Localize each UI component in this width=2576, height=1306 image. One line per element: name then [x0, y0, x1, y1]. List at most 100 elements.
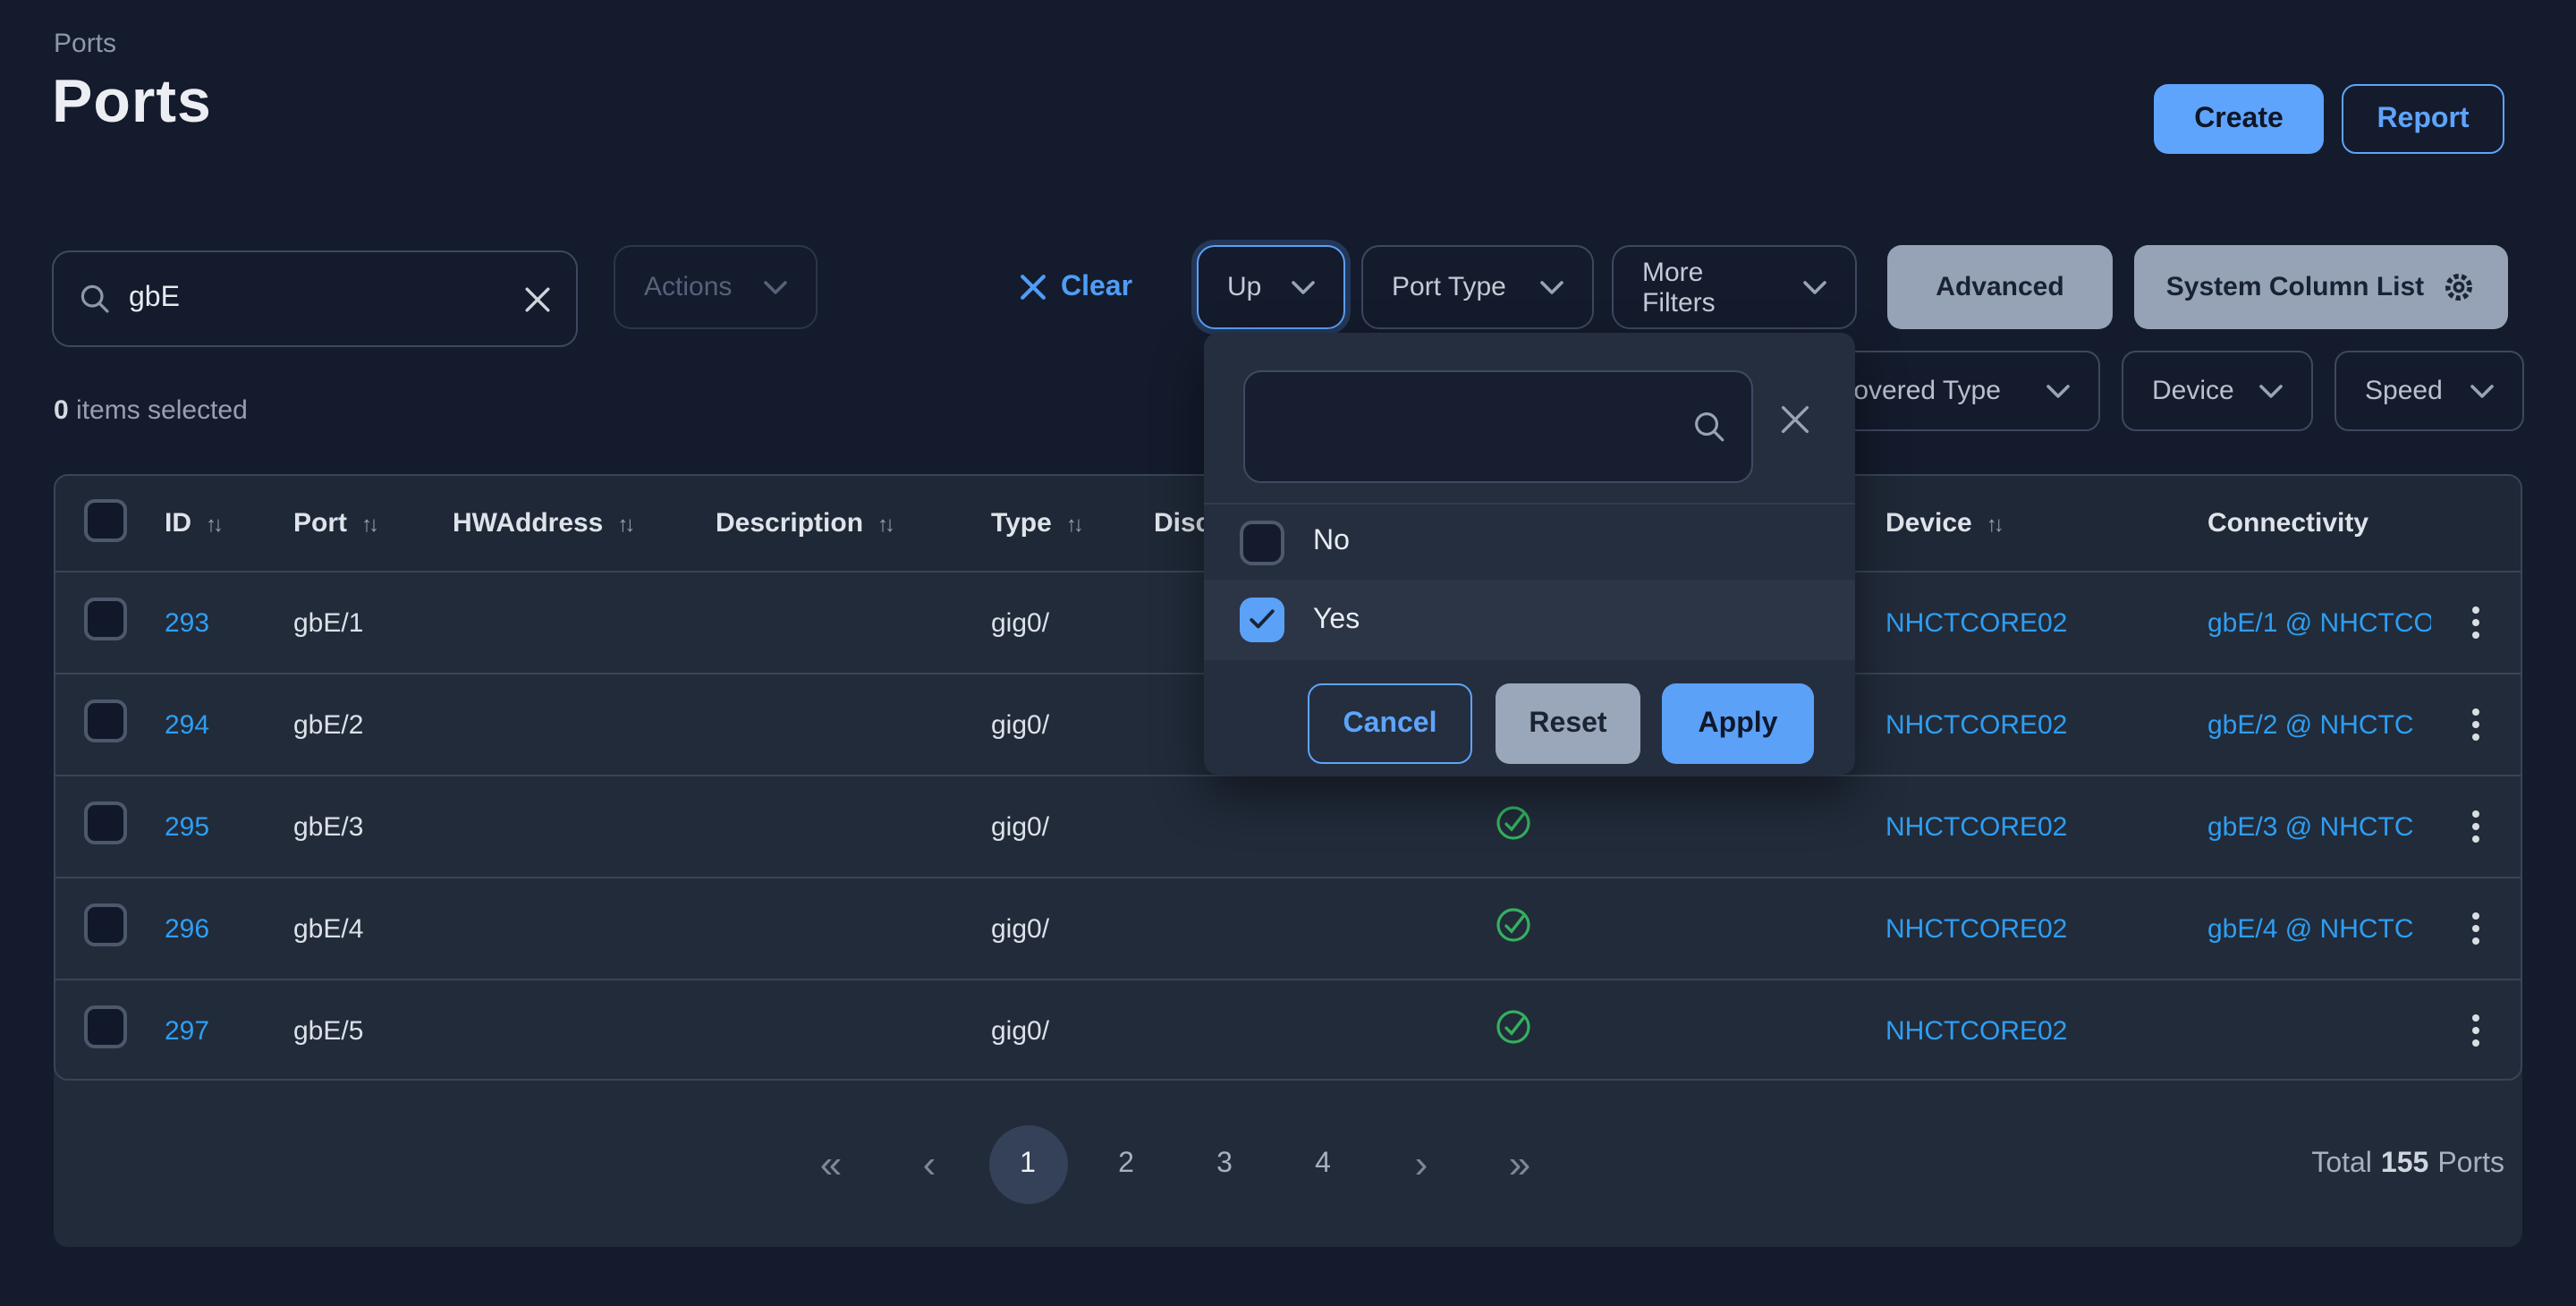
row-checkbox[interactable] [84, 598, 127, 640]
row-checkbox[interactable] [84, 1005, 127, 1048]
selection-count: 0 [54, 395, 69, 426]
column-header-description[interactable]: Description↑↓ [716, 508, 991, 539]
chevron-down-icon [2046, 384, 2070, 398]
type-cell: gig0/ [991, 1015, 1154, 1046]
popup-option-yes[interactable]: Yes [1204, 580, 1855, 660]
filter-device-label: Device [2152, 376, 2234, 406]
column-header-hwaddress[interactable]: HWAddress↑↓ [453, 508, 716, 539]
device-link[interactable]: NHCTCORE02 [1885, 913, 2067, 944]
clear-label: Clear [1061, 271, 1132, 303]
clear-x-icon [1020, 274, 1046, 301]
sort-icon[interactable]: ↑↓ [1987, 512, 2001, 537]
page-title: Ports [52, 68, 212, 138]
sort-icon[interactable]: ↑↓ [877, 512, 892, 537]
port-id-link[interactable]: 296 [165, 913, 209, 944]
filter-device-dropdown[interactable]: Device [2122, 351, 2313, 431]
filter-up-dropdown[interactable]: Up [1197, 245, 1345, 329]
apply-button[interactable]: Apply [1662, 683, 1814, 764]
port-id-link[interactable]: 293 [165, 607, 209, 638]
table-row[interactable]: 296 gbE/4 gig0/ NHCTCORE02 gbE/4 @ NHCTC [55, 877, 2521, 979]
more-filters-dropdown[interactable]: More Filters [1612, 245, 1857, 329]
chevron-down-icon [2470, 384, 2494, 398]
column-header-id[interactable]: ID↑↓ [165, 508, 293, 539]
device-link[interactable]: NHCTCORE02 [1885, 811, 2067, 842]
row-menu-kebab-icon[interactable] [2431, 905, 2521, 952]
connectivity-link[interactable]: gbE/2 @ NHCTC [2207, 709, 2414, 740]
sort-icon[interactable]: ↑↓ [617, 512, 631, 537]
checkbox-checked[interactable] [1240, 598, 1284, 642]
device-link[interactable]: NHCTCORE02 [1885, 607, 2067, 638]
create-button[interactable]: Create [2154, 84, 2324, 154]
row-checkbox[interactable] [84, 903, 127, 946]
pagination-bar: « ‹ 1 2 3 4 › » Total155Ports [54, 1081, 2522, 1247]
sort-icon[interactable]: ↑↓ [1066, 512, 1080, 537]
pagination-page-2[interactable]: 2 [1077, 1124, 1175, 1203]
row-menu-kebab-icon[interactable] [2431, 803, 2521, 850]
port-cell: gbE/2 [293, 709, 453, 740]
checkbox-unchecked[interactable] [1240, 520, 1284, 564]
filter-up-label: Up [1227, 272, 1261, 302]
row-menu-kebab-icon[interactable] [2431, 599, 2521, 646]
up-filter-popup: No Yes Cancel Reset Apply [1204, 333, 1855, 775]
ports-page: Ports Ports Create Report Actions Clear … [0, 0, 2576, 1306]
advanced-button[interactable]: Advanced [1887, 245, 2113, 329]
port-cell: gbE/1 [293, 607, 453, 638]
filter-port-type-dropdown[interactable]: Port Type [1361, 245, 1594, 329]
connectivity-link[interactable]: gbE/1 @ NHCTCO [2207, 607, 2431, 638]
pagination-page-4[interactable]: 4 [1274, 1124, 1372, 1203]
table-row[interactable]: 295 gbE/3 gig0/ NHCTCORE02 gbE/3 @ NHCTC [55, 775, 2521, 877]
column-header-type[interactable]: Type↑↓ [991, 508, 1154, 539]
pagination-prev-button[interactable]: ‹ [880, 1124, 979, 1203]
popup-close-icon[interactable] [1780, 404, 1810, 435]
connectivity-link[interactable]: gbE/3 @ NHCTC [2207, 811, 2414, 842]
sort-icon[interactable]: ↑↓ [361, 512, 376, 537]
row-checkbox[interactable] [84, 700, 127, 742]
device-link[interactable]: NHCTCORE02 [1885, 709, 2067, 740]
select-all-checkbox[interactable] [84, 498, 127, 541]
breadcrumb[interactable]: Ports [54, 29, 116, 59]
system-column-list-button[interactable]: System Column List [2134, 245, 2508, 329]
search-clear-icon[interactable] [524, 285, 551, 312]
chevron-down-icon [764, 280, 787, 294]
column-header-port[interactable]: Port↑↓ [293, 508, 453, 539]
type-cell: gig0/ [991, 709, 1154, 740]
search-input[interactable] [129, 283, 506, 315]
system-column-list-label: System Column List [2166, 272, 2424, 302]
filter-speed-dropdown[interactable]: Speed [2334, 351, 2524, 431]
reset-button[interactable]: Reset [1496, 683, 1640, 764]
popup-option-no[interactable]: No [1204, 505, 1855, 580]
popup-search-input[interactable] [1270, 411, 1692, 443]
gear-icon [2442, 270, 2476, 304]
pagination-next-button[interactable]: › [1372, 1124, 1470, 1203]
pagination-page-1[interactable]: 1 [988, 1124, 1067, 1203]
column-header-device[interactable]: Device↑↓ [1885, 508, 2207, 539]
report-button[interactable]: Report [2342, 84, 2504, 154]
selection-status: 0 items selected [54, 395, 248, 426]
status-check-icon [1494, 819, 1533, 850]
port-cell: gbE/5 [293, 1015, 453, 1046]
column-header-connectivity: Connectivity [2207, 508, 2431, 539]
sort-icon[interactable]: ↑↓ [206, 512, 220, 537]
row-menu-kebab-icon[interactable] [2431, 1007, 2521, 1054]
status-check-icon [1494, 921, 1533, 952]
port-id-link[interactable]: 297 [165, 1015, 209, 1046]
pagination-last-button[interactable]: » [1470, 1124, 1569, 1203]
table-row[interactable]: 297 gbE/5 gig0/ NHCTCORE02 [55, 979, 2521, 1081]
port-id-link[interactable]: 295 [165, 811, 209, 842]
cancel-button[interactable]: Cancel [1308, 683, 1472, 764]
row-menu-kebab-icon[interactable] [2431, 701, 2521, 748]
port-id-link[interactable]: 294 [165, 709, 209, 740]
device-link[interactable]: NHCTCORE02 [1885, 1015, 2067, 1046]
filter-speed-label: Speed [2365, 376, 2443, 406]
actions-dropdown[interactable]: Actions [614, 245, 818, 329]
chevron-down-icon [1540, 280, 1563, 294]
chevron-down-icon [1292, 280, 1315, 294]
pagination-first-button[interactable]: « [782, 1124, 880, 1203]
search-box [52, 250, 578, 347]
row-checkbox[interactable] [84, 801, 127, 844]
chevron-down-icon [1803, 280, 1826, 294]
total-count: Total155Ports [2311, 1081, 2504, 1247]
clear-filters-button[interactable]: Clear [1020, 245, 1132, 329]
pagination-page-3[interactable]: 3 [1175, 1124, 1274, 1203]
connectivity-link[interactable]: gbE/4 @ NHCTC [2207, 913, 2414, 944]
